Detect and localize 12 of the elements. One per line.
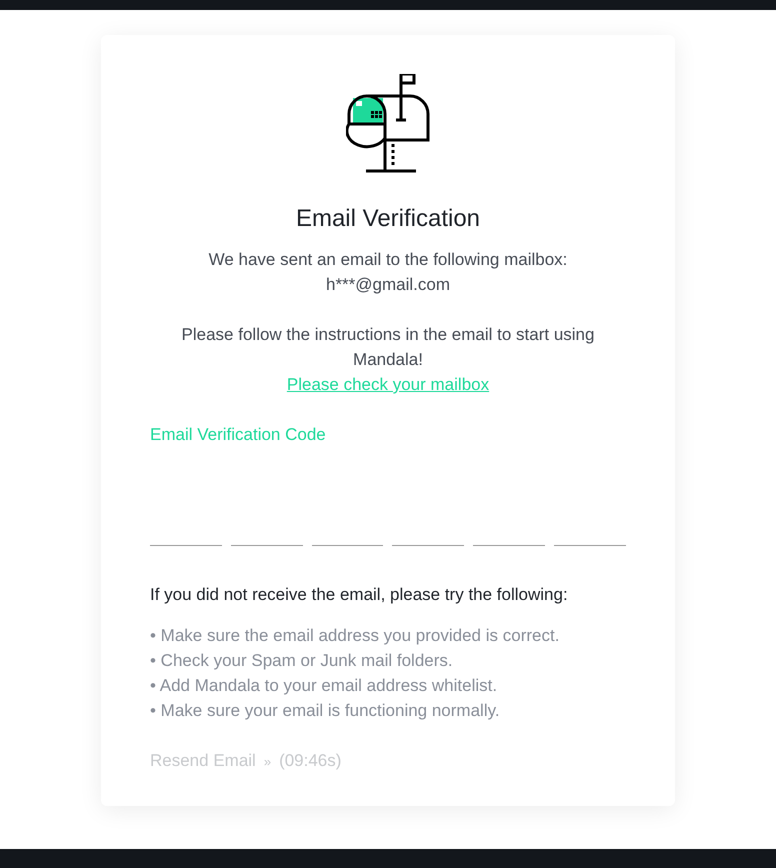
help-item: • Make sure the email address you provided is correct.	[150, 625, 560, 647]
page-title: Email Verification	[296, 205, 480, 233]
help-item: • Make sure your email is functioning normally.	[150, 700, 501, 722]
instructions-text: Please follow the instructions in the email to start using Mandala!	[180, 324, 596, 371]
check-mailbox-link[interactable]: Please check your mailbox	[286, 372, 490, 397]
mailbox-icon	[346, 74, 430, 174]
code-label: Email Verification Code	[150, 425, 326, 445]
help-heading: If you did not receive the email, please try the following:	[150, 585, 568, 605]
help-item: • Add Mandala to your email address whitelist.	[150, 675, 498, 697]
help-item: • Check your Spam or Junk mail folders.	[150, 650, 454, 672]
email-address: h***@gmail.com	[326, 274, 450, 296]
sent-message: We have sent an email to the following mailbox:	[208, 249, 568, 271]
